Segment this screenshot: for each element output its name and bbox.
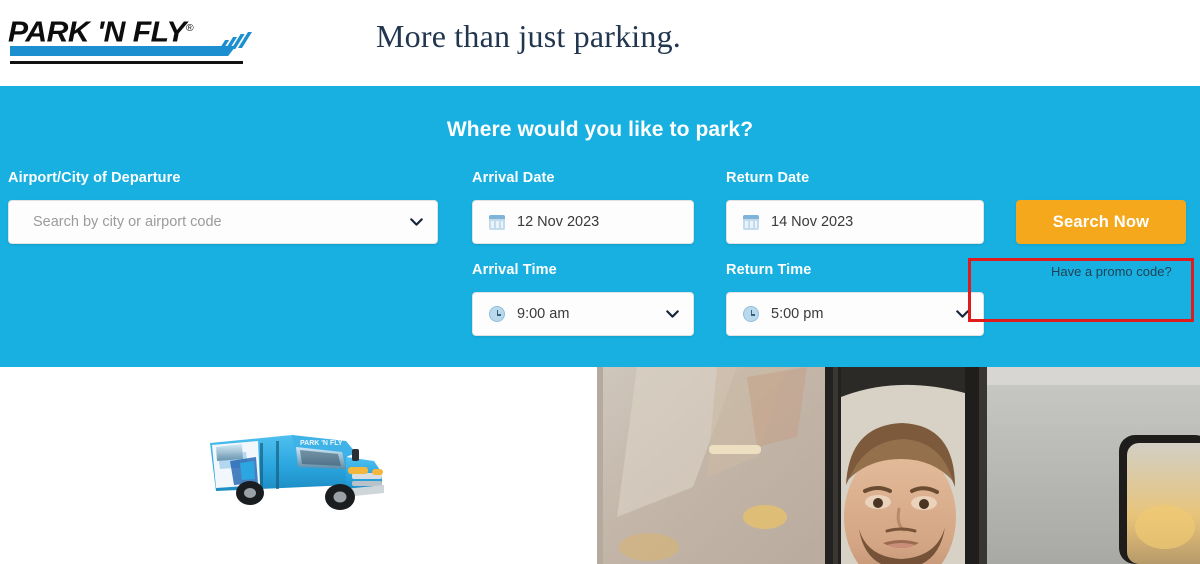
logo-wordmark-text: PARK 'N FLY: [8, 16, 186, 49]
search-widget-band: Where would you like to park? Airport/Ci…: [0, 86, 1200, 367]
logo-wordmark: PARK 'N FLY®: [8, 14, 194, 49]
clock-icon: [743, 306, 759, 322]
site-tagline: More than just parking.: [376, 18, 681, 54]
registered-trademark-icon: ®: [185, 23, 194, 34]
chevron-down-icon[interactable]: [956, 310, 969, 319]
return-date-input[interactable]: 14 Nov 2023: [726, 200, 984, 244]
departure-input[interactable]: Search by city or airport code: [8, 200, 438, 244]
clock-icon: [489, 306, 505, 322]
svg-text:PARK 'N FLY: PARK 'N FLY: [300, 440, 343, 447]
departure-placeholder-text: Search by city or airport code: [33, 214, 222, 230]
park-n-fly-logo[interactable]: PARK 'N FLY®: [8, 14, 252, 64]
shuttle-interior-video[interactable]: [597, 367, 1200, 564]
departure-label: Airport/City of Departure: [8, 170, 181, 186]
logo-swoosh-icon: [10, 46, 216, 56]
return-date-value: 14 Nov 2023: [771, 214, 854, 230]
chevron-down-icon[interactable]: [666, 310, 679, 319]
return-time-input[interactable]: 5:00 pm: [726, 292, 984, 336]
return-time-label: Return Time: [726, 262, 812, 278]
arrival-date-value: 12 Nov 2023: [517, 214, 600, 230]
park-n-fly-shuttle-bus-image: PARK 'N FLY: [196, 417, 394, 521]
calendar-icon: [489, 214, 505, 230]
arrival-time-input[interactable]: 9:00 am: [472, 292, 694, 336]
arrival-date-label: Arrival Date: [472, 170, 555, 186]
calendar-icon: [743, 214, 759, 230]
return-time-value: 5:00 pm: [771, 306, 824, 322]
return-date-label: Return Date: [726, 170, 810, 186]
logo-chevron-marks-icon: [218, 32, 252, 54]
arrival-date-input[interactable]: 12 Nov 2023: [472, 200, 694, 244]
logo-underline-rule: [10, 61, 243, 64]
chevron-down-icon[interactable]: [410, 218, 423, 227]
search-heading: Where would you like to park?: [446, 118, 754, 141]
lower-content-section: PARK 'N FLY: [0, 367, 1200, 564]
arrival-time-value: 9:00 am: [517, 306, 570, 322]
search-now-button[interactable]: Search Now: [1016, 200, 1186, 244]
promo-code-link[interactable]: Have a promo code?: [1051, 264, 1172, 279]
arrival-time-label: Arrival Time: [472, 262, 557, 278]
page-header: PARK 'N FLY® More than just parking.: [0, 0, 1200, 86]
